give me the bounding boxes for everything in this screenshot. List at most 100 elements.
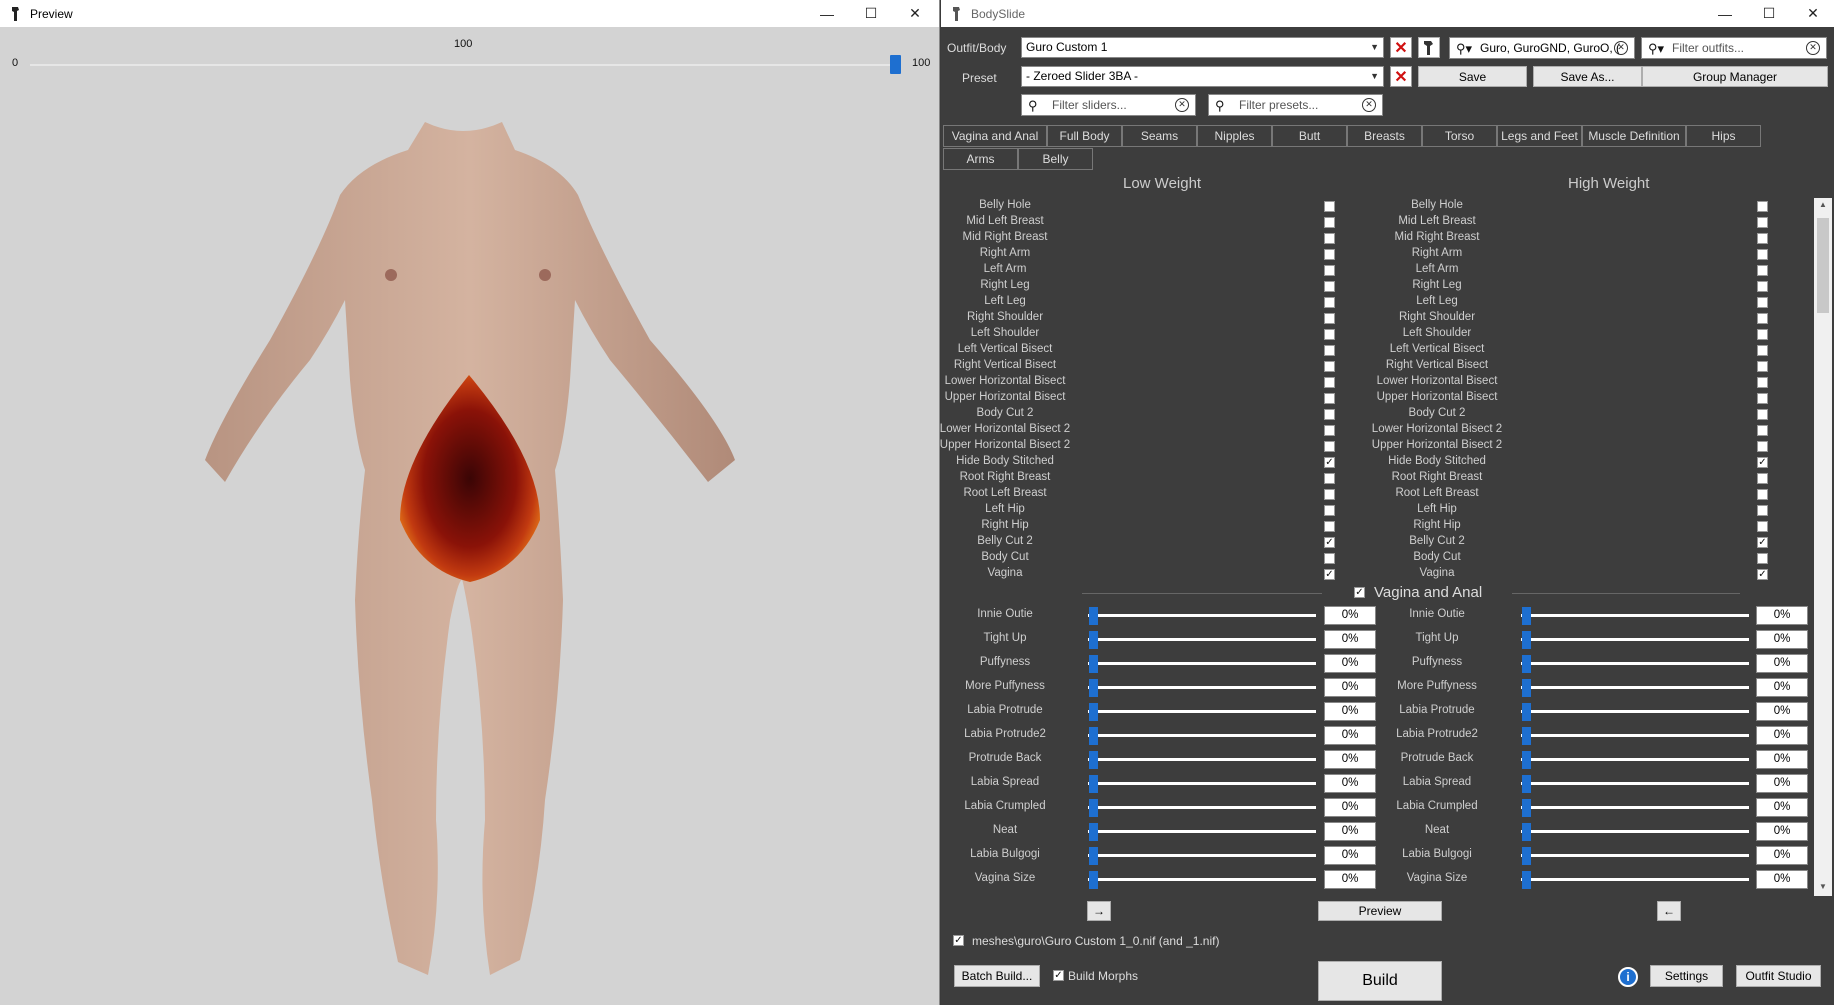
scroll-down-icon[interactable]: ▼ <box>1819 882 1827 891</box>
high-slider-track[interactable] <box>1521 758 1749 761</box>
tab-breasts[interactable]: Breasts <box>1347 125 1422 147</box>
low-slider-thumb[interactable] <box>1089 823 1098 841</box>
high-zap-checkbox[interactable] <box>1757 345 1768 356</box>
copy-left-button[interactable]: ← <box>1657 901 1681 921</box>
low-zap-checkbox[interactable] <box>1324 329 1335 340</box>
high-slider-thumb[interactable] <box>1522 631 1531 649</box>
output-checkbox[interactable]: ✓ <box>953 935 964 946</box>
high-zap-checkbox[interactable]: ✓ <box>1757 537 1768 548</box>
high-zap-checkbox[interactable] <box>1757 265 1768 276</box>
info-icon[interactable]: i <box>1618 967 1638 987</box>
high-slider-value[interactable]: 0% <box>1756 654 1808 673</box>
tab-torso[interactable]: Torso <box>1422 125 1497 147</box>
high-slider-thumb[interactable] <box>1522 655 1531 673</box>
high-slider-track[interactable] <box>1521 662 1749 665</box>
high-zap-checkbox[interactable] <box>1757 233 1768 244</box>
high-zap-checkbox[interactable] <box>1757 361 1768 372</box>
close-icon[interactable]: ✕ <box>893 0 937 27</box>
high-slider-track[interactable] <box>1521 782 1749 785</box>
high-zap-checkbox[interactable]: ✓ <box>1757 569 1768 580</box>
high-slider-value[interactable]: 0% <box>1756 822 1808 841</box>
low-slider-thumb[interactable] <box>1089 655 1098 673</box>
tab-full-body[interactable]: Full Body <box>1047 125 1122 147</box>
high-zap-checkbox[interactable]: ✓ <box>1757 457 1768 468</box>
low-zap-checkbox[interactable] <box>1324 313 1335 324</box>
low-slider-thumb[interactable] <box>1089 607 1098 625</box>
delete-outfit-icon[interactable]: ✕ <box>1390 37 1412 58</box>
tab-legs-and-feet[interactable]: Legs and Feet <box>1497 125 1582 147</box>
high-zap-checkbox[interactable] <box>1757 441 1768 452</box>
high-slider-value[interactable]: 0% <box>1756 846 1808 865</box>
high-slider-track[interactable] <box>1521 710 1749 713</box>
clear-icon[interactable]: ✕ <box>1362 98 1376 112</box>
high-zap-checkbox[interactable] <box>1757 409 1768 420</box>
tab-seams[interactable]: Seams <box>1122 125 1197 147</box>
low-zap-checkbox[interactable] <box>1324 505 1335 516</box>
high-slider-track[interactable] <box>1521 638 1749 641</box>
high-slider-track[interactable] <box>1521 806 1749 809</box>
low-slider-track[interactable] <box>1088 758 1316 761</box>
high-slider-thumb[interactable] <box>1522 679 1531 697</box>
close-icon[interactable]: ✕ <box>1791 0 1834 27</box>
low-slider-thumb[interactable] <box>1089 703 1098 721</box>
high-zap-checkbox[interactable] <box>1757 313 1768 324</box>
outfit-studio-button[interactable]: Outfit Studio <box>1736 965 1821 987</box>
high-zap-checkbox[interactable] <box>1757 201 1768 212</box>
low-slider-track[interactable] <box>1088 878 1316 881</box>
low-slider-track[interactable] <box>1088 734 1316 737</box>
high-slider-track[interactable] <box>1521 830 1749 833</box>
high-slider-thumb[interactable] <box>1522 799 1531 817</box>
high-zap-checkbox[interactable] <box>1757 281 1768 292</box>
outfit-filter-input[interactable]: ⚲▾ Filter outfits... ✕ <box>1641 37 1827 59</box>
low-slider-thumb[interactable] <box>1089 679 1098 697</box>
low-slider-thumb[interactable] <box>1089 751 1098 769</box>
copy-right-button[interactable]: → <box>1087 901 1111 921</box>
preview-titlebar[interactable]: Preview — ☐ ✕ <box>0 0 939 27</box>
body-preview-render[interactable] <box>0 27 940 1005</box>
high-zap-checkbox[interactable] <box>1757 329 1768 340</box>
low-zap-checkbox[interactable]: ✓ <box>1324 537 1335 548</box>
scrollbar-thumb[interactable] <box>1817 218 1829 313</box>
high-slider-value[interactable]: 0% <box>1756 870 1808 889</box>
low-zap-checkbox[interactable] <box>1324 393 1335 404</box>
maximize-icon[interactable]: ☐ <box>849 0 893 27</box>
high-zap-checkbox[interactable] <box>1757 521 1768 532</box>
preview-button[interactable]: Preview <box>1318 901 1442 921</box>
slider-scrollbar[interactable]: ▲ ▼ <box>1814 198 1832 896</box>
tab-belly[interactable]: Belly <box>1018 148 1093 170</box>
low-slider-track[interactable] <box>1088 854 1316 857</box>
low-zap-checkbox[interactable] <box>1324 281 1335 292</box>
low-zap-checkbox[interactable] <box>1324 297 1335 308</box>
low-slider-thumb[interactable] <box>1089 871 1098 889</box>
save-button[interactable]: Save <box>1418 66 1527 87</box>
high-slider-thumb[interactable] <box>1522 847 1531 865</box>
high-slider-thumb[interactable] <box>1522 607 1531 625</box>
high-zap-checkbox[interactable] <box>1757 489 1768 500</box>
low-slider-track[interactable] <box>1088 686 1316 689</box>
low-slider-thumb[interactable] <box>1089 631 1098 649</box>
tab-muscle-definition[interactable]: Muscle Definition <box>1582 125 1686 147</box>
high-slider-track[interactable] <box>1521 854 1749 857</box>
build-button[interactable]: Build <box>1318 961 1442 1001</box>
low-zap-checkbox[interactable] <box>1324 265 1335 276</box>
low-zap-checkbox[interactable] <box>1324 249 1335 260</box>
high-slider-thumb[interactable] <box>1522 775 1531 793</box>
low-slider-track[interactable] <box>1088 830 1316 833</box>
clear-icon[interactable]: ✕ <box>1175 98 1189 112</box>
tab-vagina-and-anal[interactable]: Vagina and Anal <box>943 125 1047 147</box>
high-zap-checkbox[interactable] <box>1757 553 1768 564</box>
low-zap-checkbox[interactable] <box>1324 489 1335 500</box>
high-slider-value[interactable]: 0% <box>1756 798 1808 817</box>
low-slider-track[interactable] <box>1088 614 1316 617</box>
preset-select[interactable]: - Zeroed Slider 3BA - ▼ <box>1021 66 1384 87</box>
save-as-button[interactable]: Save As... <box>1533 66 1642 87</box>
outfit-select[interactable]: Guro Custom 1 ▼ <box>1021 37 1384 58</box>
low-slider-thumb[interactable] <box>1089 847 1098 865</box>
preset-filter-input[interactable]: ⚲ Filter presets... ✕ <box>1208 94 1383 116</box>
tab-nipples[interactable]: Nipples <box>1197 125 1272 147</box>
high-slider-track[interactable] <box>1521 614 1749 617</box>
low-zap-checkbox[interactable]: ✓ <box>1324 569 1335 580</box>
low-zap-checkbox[interactable] <box>1324 233 1335 244</box>
low-zap-checkbox[interactable] <box>1324 409 1335 420</box>
high-slider-thumb[interactable] <box>1522 703 1531 721</box>
